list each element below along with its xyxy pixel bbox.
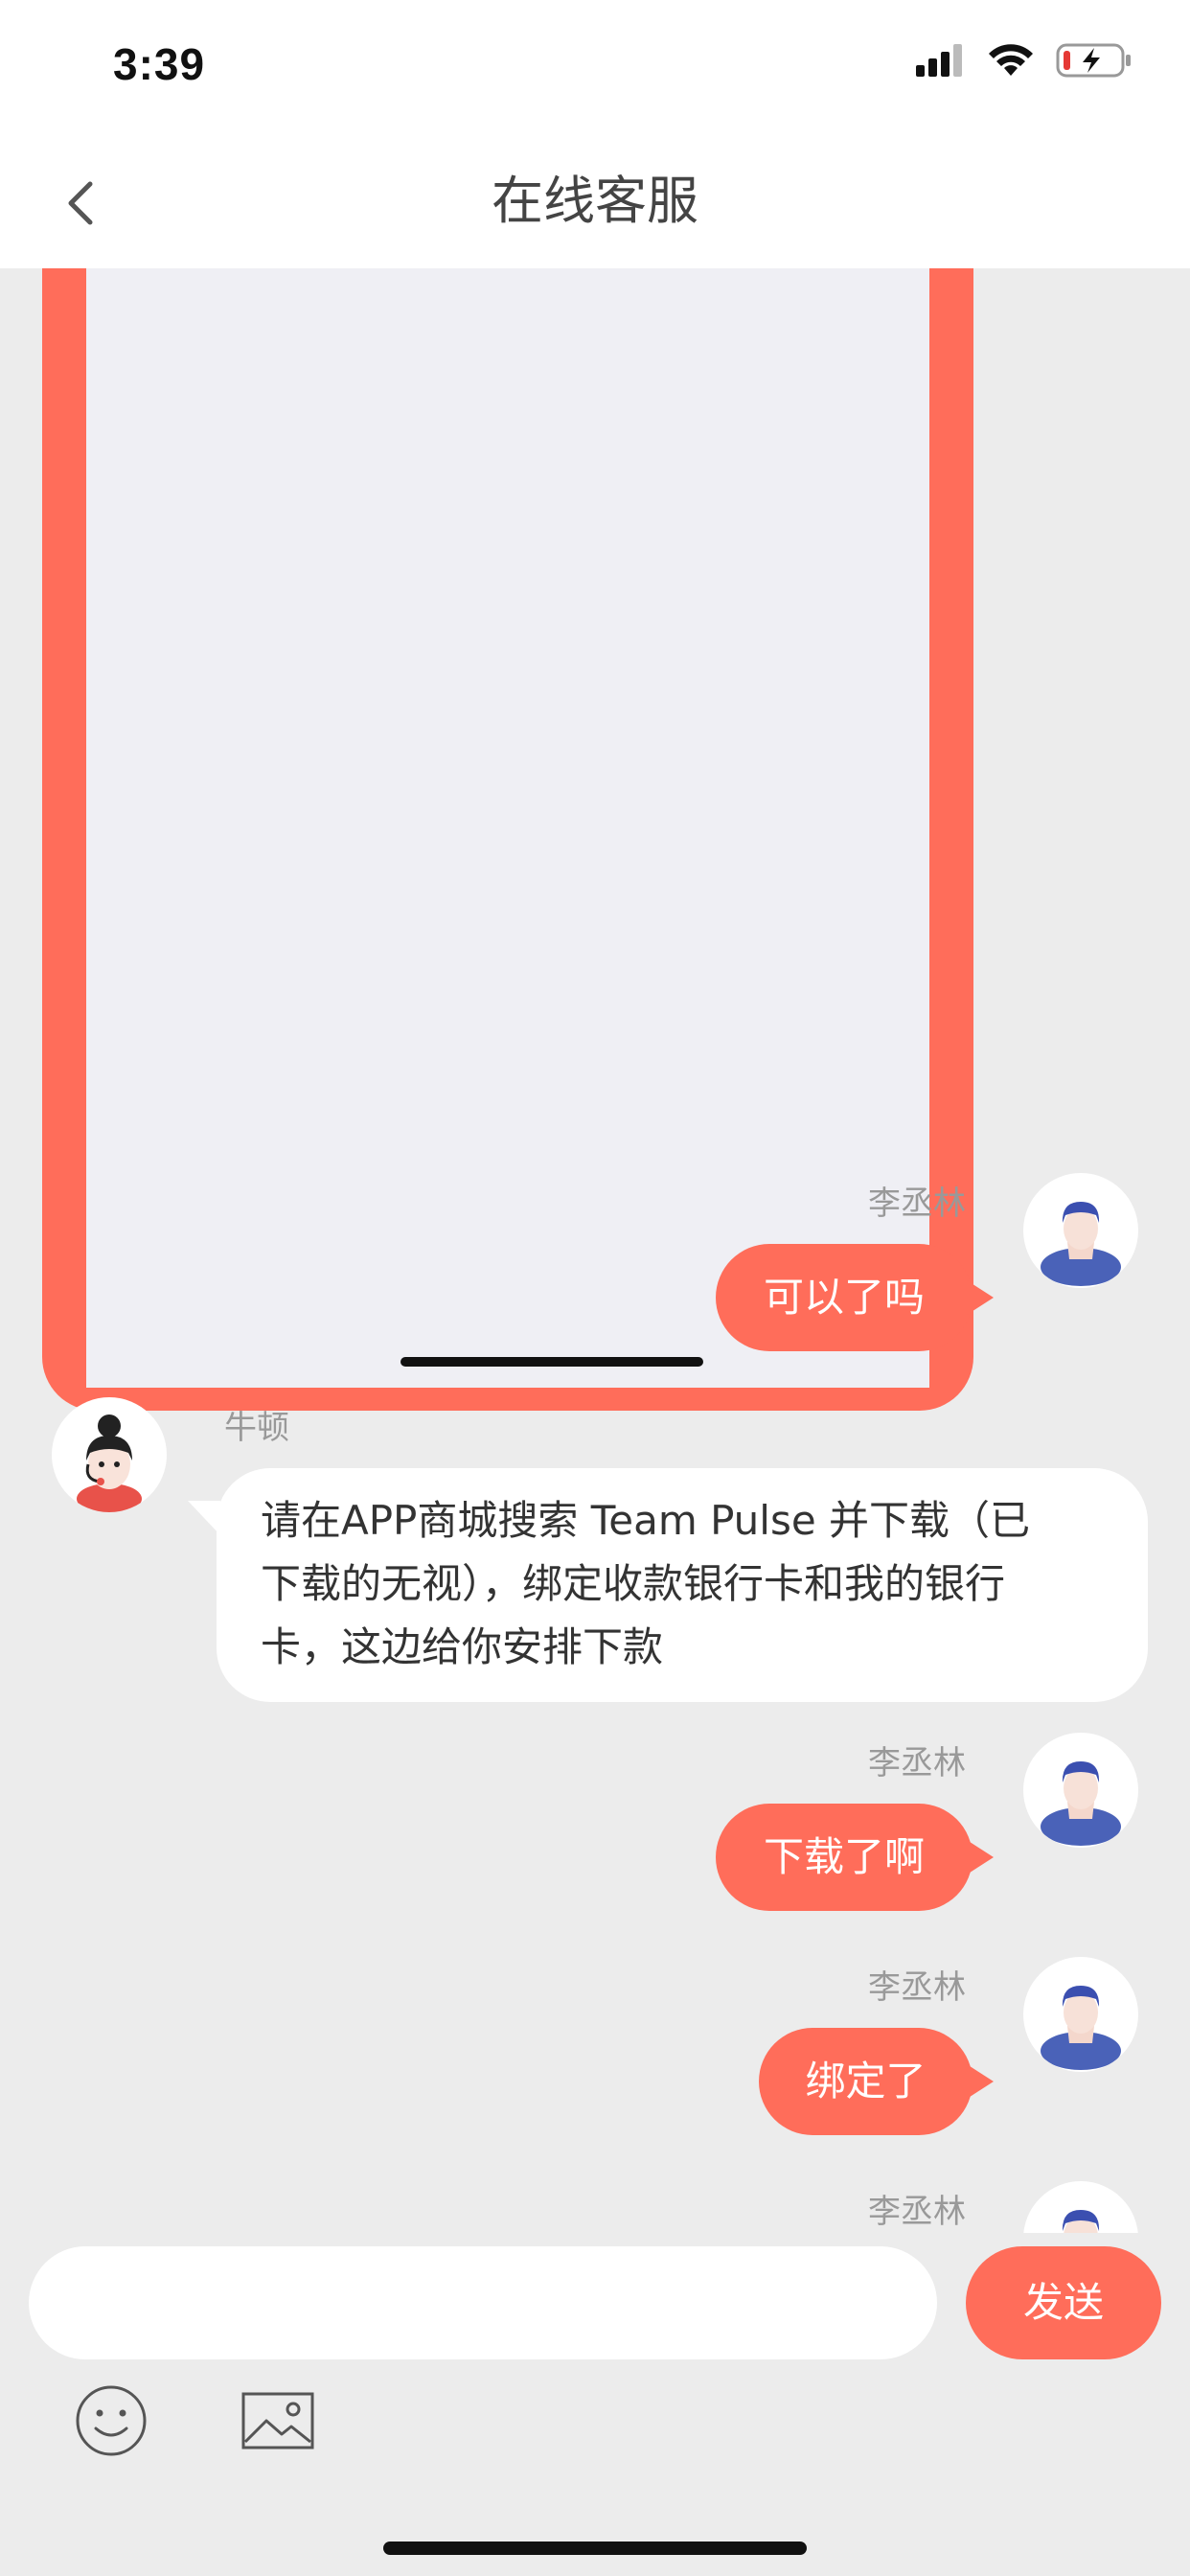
sender-name: 李丞林 — [868, 1184, 966, 1223]
user-avatar[interactable] — [1023, 2181, 1138, 2233]
battery-charging-icon — [1056, 43, 1131, 78]
page-title: 在线客服 — [492, 171, 698, 231]
male-avatar-icon — [1041, 1761, 1121, 1846]
male-avatar-icon — [1041, 1986, 1121, 2070]
emoji-button[interactable] — [75, 2384, 148, 2457]
message-line: 请在APP商城搜索 Team Pulse 并下载（已 — [261, 1497, 1031, 1544]
user-avatar[interactable] — [1023, 1957, 1138, 2072]
input-area: 发送 — [0, 2233, 1190, 2472]
chat-messages[interactable]: 李丞林 可以了吗 牛顿 请在APP商城搜索 Team Pulse 并下载（已 下… — [0, 268, 1190, 2233]
send-button[interactable]: 发送 — [966, 2246, 1161, 2359]
image-home-indicator — [400, 1357, 703, 1367]
image-message-content — [86, 268, 929, 1388]
image-message[interactable] — [42, 268, 973, 1411]
user-avatar[interactable] — [1023, 1733, 1138, 1848]
female-agent-avatar-icon — [77, 1414, 142, 1512]
message-bubble-out[interactable]: 可以了吗 — [716, 1244, 994, 1351]
signal-icon — [916, 44, 962, 77]
message-line: 卡，这边给你安排下款 — [261, 1623, 664, 1670]
sender-name: 牛顿 — [224, 1409, 289, 1447]
status-bar: 3:39 — [0, 0, 1190, 134]
wifi-icon — [989, 44, 1033, 76]
agent-avatar[interactable] — [52, 1397, 167, 1512]
image-upload-button[interactable] — [241, 2392, 314, 2450]
male-avatar-icon — [1062, 2210, 1100, 2233]
message-bubble-in[interactable]: 请在APP商城搜索 Team Pulse 并下载（已 下载的无视），绑定收款银行… — [188, 1468, 1148, 1702]
status-icons — [916, 42, 1133, 79]
smiley-icon — [76, 2385, 147, 2456]
nav-bar: 在线客服 — [0, 134, 1190, 268]
message-bubble-out[interactable]: 下载了啊 — [716, 1804, 994, 1911]
message-bubble-out[interactable]: 绑定了 — [759, 2028, 994, 2135]
message-line: 下载的无视），绑定收款银行卡和我的银行 — [261, 1560, 1006, 1607]
picture-icon — [241, 2392, 314, 2450]
status-time: 3:39 — [113, 39, 206, 89]
home-indicator[interactable] — [383, 2542, 807, 2555]
sender-name: 李丞林 — [868, 2193, 966, 2231]
male-avatar-icon — [1041, 1202, 1121, 1286]
user-avatar[interactable] — [1023, 1173, 1138, 1288]
sender-name: 李丞林 — [868, 1744, 966, 1782]
message-input[interactable] — [29, 2246, 937, 2359]
bottom-area — [0, 2472, 1190, 2576]
sender-name: 李丞林 — [868, 1968, 966, 2007]
